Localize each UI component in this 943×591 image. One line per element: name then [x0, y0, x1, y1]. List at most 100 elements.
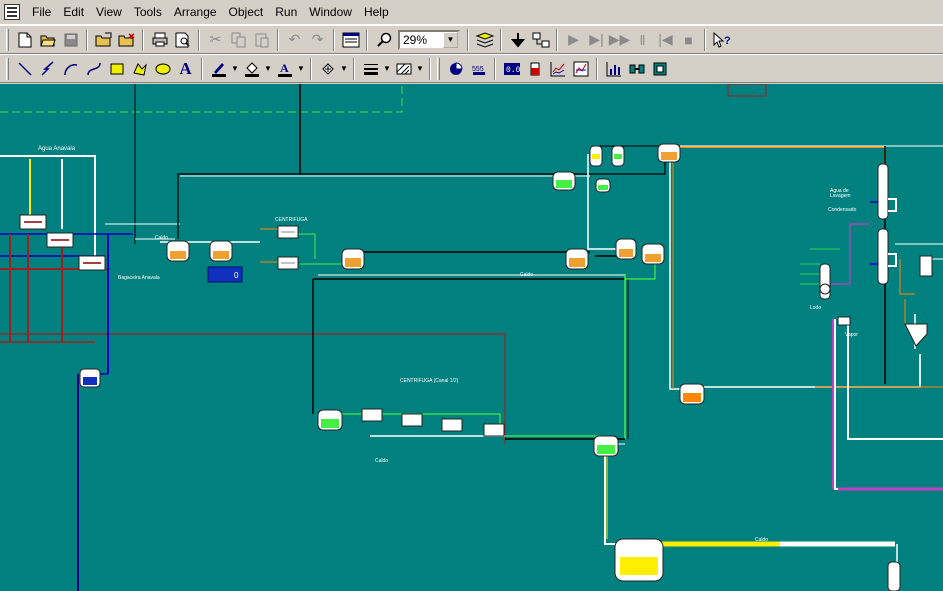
undo-icon[interactable]: ↶: [283, 29, 306, 51]
tank[interactable]: [166, 240, 190, 262]
save-icon[interactable]: [59, 29, 82, 51]
chevron-down-icon[interactable]: ▼: [230, 58, 240, 80]
redo-icon[interactable]: ↷: [306, 29, 329, 51]
toolbar-grip[interactable]: [437, 57, 440, 80]
tank[interactable]: [209, 240, 233, 262]
tank[interactable]: [552, 171, 576, 191]
toolbar-grip[interactable]: [6, 28, 9, 51]
heat-exchanger[interactable]: [361, 408, 383, 422]
menu-file[interactable]: File: [26, 1, 57, 23]
polygon-tool-icon[interactable]: [128, 58, 151, 80]
menu-tools[interactable]: Tools: [128, 1, 168, 23]
heat-exchanger[interactable]: [401, 413, 423, 427]
menu-window[interactable]: Window: [303, 1, 358, 23]
flowsheet-canvas[interactable]: Agua Anavala Bagaceira Anavala 0 CENTRIF…: [0, 84, 943, 591]
chevron-down-icon[interactable]: ▼: [415, 58, 425, 80]
digital-display-icon[interactable]: 0.0: [500, 58, 523, 80]
menu-help[interactable]: Help: [358, 1, 395, 23]
step-icon[interactable]: ▶|: [585, 29, 608, 51]
display-value: 0: [234, 271, 239, 280]
large-tank[interactable]: [614, 538, 664, 582]
polyline-tool-icon[interactable]: [36, 58, 59, 80]
context-help-icon[interactable]: ?: [710, 29, 733, 51]
tank[interactable]: [679, 383, 705, 405]
block-icon[interactable]: [648, 58, 671, 80]
ellipse-tool-icon[interactable]: [151, 58, 174, 80]
heat-exchanger[interactable]: [277, 225, 299, 239]
new-document-icon[interactable]: [13, 29, 36, 51]
chevron-down-icon[interactable]: ▼: [296, 58, 306, 80]
toolbar-separator: [494, 57, 496, 80]
connect-objects-icon[interactable]: [529, 29, 552, 51]
rewind-icon[interactable]: |◀: [654, 29, 677, 51]
insert-down-icon[interactable]: [506, 29, 529, 51]
tank[interactable]: [341, 248, 365, 270]
window-view-icon[interactable]: [339, 29, 362, 51]
menu-run[interactable]: Run: [269, 1, 303, 23]
paste-icon[interactable]: [250, 29, 273, 51]
tank[interactable]: [641, 243, 665, 265]
toolbar-separator: [353, 57, 355, 80]
histogram-icon[interactable]: [602, 58, 625, 80]
heat-exchanger[interactable]: [277, 256, 299, 270]
curve-tool-icon[interactable]: [82, 58, 105, 80]
fast-forward-icon[interactable]: ▶▶: [608, 29, 631, 51]
line-width-icon[interactable]: [359, 58, 382, 80]
drawing-toolbar: A ▼ ▼ A ▼ ▼ ▼ ▼ 555 0.0: [0, 54, 943, 83]
tank-blue[interactable]: [79, 368, 101, 388]
tank[interactable]: [317, 409, 343, 431]
zoom-icon[interactable]: [372, 29, 395, 51]
open-recent-icon[interactable]: [115, 29, 138, 51]
heat-exchanger[interactable]: [441, 418, 463, 432]
text-tool-icon[interactable]: A: [174, 58, 197, 80]
hydrocyclone[interactable]: [589, 145, 625, 167]
evaporator[interactable]: [819, 263, 831, 300]
xy-chart-icon[interactable]: [569, 58, 592, 80]
arc-tool-icon[interactable]: [59, 58, 82, 80]
tank[interactable]: [657, 143, 681, 163]
menu-edit[interactable]: Edit: [57, 1, 90, 23]
copy-icon[interactable]: [227, 29, 250, 51]
print-preview-icon[interactable]: [171, 29, 194, 51]
cut-icon[interactable]: ✂: [204, 29, 227, 51]
trend-chart-icon[interactable]: [546, 58, 569, 80]
layers-icon[interactable]: [473, 29, 496, 51]
run-icon[interactable]: ▶: [562, 29, 585, 51]
pie-chart-icon[interactable]: [444, 58, 467, 80]
toolbar-grip[interactable]: [6, 57, 9, 80]
open-folder-icon[interactable]: [36, 29, 59, 51]
svg-text:CENTRIFUGA: CENTRIFUGA: [275, 217, 308, 223]
menu-object[interactable]: Object: [223, 1, 270, 23]
heat-exchanger[interactable]: [483, 423, 505, 437]
print-icon[interactable]: [148, 29, 171, 51]
value-display[interactable]: 0: [207, 266, 243, 283]
menu-view[interactable]: View: [90, 1, 128, 23]
chevron-down-icon[interactable]: ▼: [339, 58, 349, 80]
label-agua: Agua Anavala: [38, 146, 76, 152]
distillation-column[interactable]: [870, 163, 897, 285]
line-tool-icon[interactable]: [13, 58, 36, 80]
pause-icon[interactable]: ‖: [631, 29, 654, 51]
chevron-down-icon[interactable]: ▼: [382, 58, 392, 80]
fill-color-icon[interactable]: [240, 58, 263, 80]
separator-vessel[interactable]: [904, 255, 933, 347]
rectangle-tool-icon[interactable]: [105, 58, 128, 80]
tank[interactable]: [593, 435, 619, 457]
line-pattern-icon[interactable]: [392, 58, 415, 80]
zoom-select[interactable]: 29% ▼: [398, 29, 460, 50]
menu-arrange[interactable]: Arrange: [168, 1, 223, 23]
chevron-down-icon[interactable]: ▼: [443, 31, 458, 48]
bar-level-icon[interactable]: [523, 58, 546, 80]
tank[interactable]: [595, 178, 611, 193]
tank[interactable]: [565, 248, 589, 270]
app-icon[interactable]: [4, 4, 20, 20]
gauge-icon[interactable]: 555: [467, 58, 490, 80]
tank[interactable]: [615, 238, 637, 260]
stop-icon[interactable]: ■: [677, 29, 700, 51]
open-project-icon[interactable]: [92, 29, 115, 51]
chevron-down-icon[interactable]: ▼: [263, 58, 273, 80]
font-color-icon[interactable]: A: [273, 58, 296, 80]
pipe-link-icon[interactable]: [625, 58, 648, 80]
fill-pattern-icon[interactable]: [316, 58, 339, 80]
line-color-icon[interactable]: [207, 58, 230, 80]
